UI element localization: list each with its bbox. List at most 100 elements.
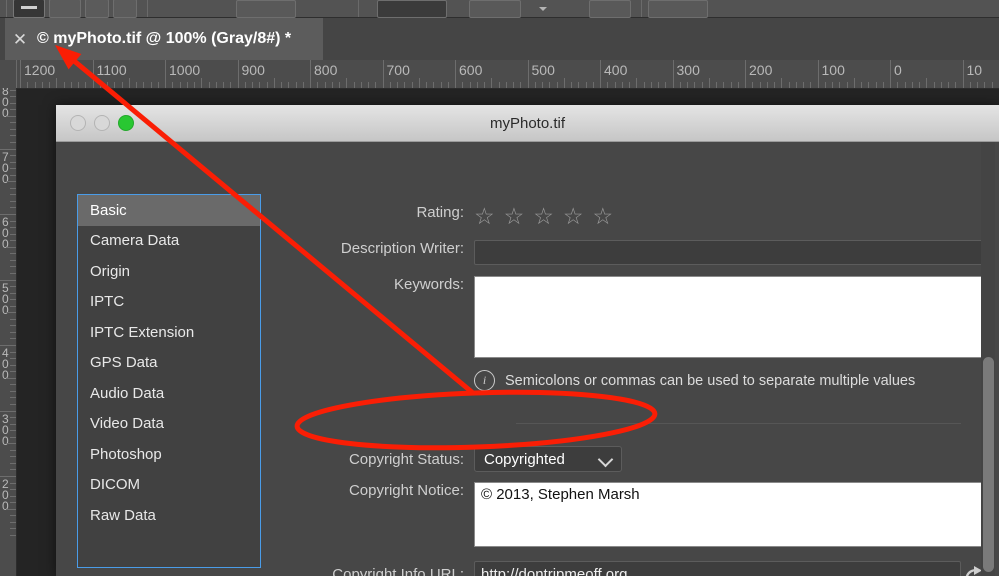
sidebar-item-origin[interactable]: Origin: [78, 256, 260, 287]
ruler-tick: [745, 60, 746, 88]
dialog-titlebar[interactable]: myPhoto.tif: [56, 105, 999, 142]
rating-star-4[interactable]: ☆: [563, 205, 584, 228]
ruler-minor-tick: [926, 78, 927, 88]
copyright-notice-input[interactable]: © 2013, Stephen Marsh: [474, 482, 995, 547]
toolbar-divider: [6, 0, 7, 17]
ruler-minor-tick: [593, 82, 594, 88]
ruler-minor-tick: [10, 240, 16, 241]
ruler-minor-tick: [10, 483, 16, 484]
ruler-minor-tick: [187, 82, 188, 88]
ruler-minor-tick: [419, 78, 420, 88]
ruler-minor-tick: [303, 82, 304, 88]
dialog-scrollbar-thumb[interactable]: [983, 357, 994, 572]
crop-preset-3-button[interactable]: [113, 0, 137, 18]
rating-label: Rating:: [286, 204, 474, 221]
ruler-minor-tick: [658, 82, 659, 88]
ruler-minor-tick: [10, 155, 16, 156]
ruler-minor-tick: [194, 82, 195, 88]
sidebar-item-label: Origin: [90, 263, 130, 280]
ruler-minor-tick: [10, 299, 16, 300]
ruler-minor-tick: [10, 469, 16, 470]
close-icon[interactable]: ✕: [9, 18, 31, 60]
copyright-status-select[interactable]: Copyrighted: [474, 446, 622, 472]
keywords-input[interactable]: [474, 276, 995, 358]
ruler-minor-tick: [216, 82, 217, 88]
sidebar-item-iptc-extension[interactable]: IPTC Extension: [78, 317, 260, 348]
crop-preset-1-button[interactable]: [49, 0, 81, 18]
rating-star-5[interactable]: ☆: [593, 205, 614, 228]
ruler-minor-tick: [10, 502, 16, 503]
ruler-tick: [673, 60, 674, 88]
ruler-minor-tick: [839, 82, 840, 88]
copyright-url-label: Copyright Info URL:: [286, 566, 474, 576]
metadata-section-list[interactable]: BasicCamera Data Origin IPTC IPTC Extension…: [77, 194, 261, 568]
ruler-minor-tick: [607, 82, 608, 88]
ruler-label: 400: [604, 62, 627, 78]
ruler-minor-tick: [10, 397, 16, 398]
ruler-label: 700: [387, 62, 410, 78]
file-info-dialog: myPhoto.tif BasicCamera Data Origin IPTC IP…: [56, 105, 999, 576]
sidebar-item-label: Audio Data: [90, 385, 164, 402]
ruler-minor-tick: [10, 96, 16, 97]
ruler-minor-tick: [723, 82, 724, 88]
ruler-tick: [165, 60, 166, 88]
crop-option-field-b[interactable]: [589, 0, 631, 18]
ruler-minor-tick: [948, 82, 949, 88]
ruler-tick: [238, 60, 239, 88]
ruler-minor-tick: [10, 135, 16, 136]
ruler-minor-tick: [977, 82, 978, 88]
crop-ratio-button[interactable]: [13, 0, 45, 18]
sidebar-item-dicom[interactable]: DICOM: [78, 470, 260, 501]
chevron-down-icon: [598, 452, 614, 468]
ruler-minor-tick: [564, 78, 565, 88]
ruler-minor-tick: [586, 82, 587, 88]
ruler-minor-tick: [10, 338, 16, 339]
chevron-down-icon[interactable]: [539, 7, 547, 11]
description-writer-input[interactable]: [474, 240, 995, 265]
crop-preset-2-button[interactable]: [85, 0, 109, 18]
ruler-minor-tick: [151, 82, 152, 88]
copyright-url-row: Copyright Info URL:: [286, 561, 987, 576]
ruler-minor-tick: [832, 82, 833, 88]
copyright-url-input[interactable]: [474, 561, 961, 576]
ruler-minor-tick: [499, 82, 500, 88]
ruler-minor-tick: [6, 509, 16, 510]
document-tab[interactable]: ✕ © myPhoto.tif @ 100% (Gray/8#) *: [5, 18, 323, 60]
sidebar-item-basic[interactable]: Basic: [78, 195, 260, 226]
ruler-minor-tick: [876, 82, 877, 88]
ruler-tick: [20, 60, 21, 88]
ruler-minor-tick: [6, 116, 16, 117]
ruler-minor-tick: [107, 82, 108, 88]
ruler-minor-tick: [6, 247, 16, 248]
ruler-minor-tick: [644, 82, 645, 88]
rating-stars[interactable]: ☆ ☆ ☆ ☆ ☆: [474, 204, 613, 228]
ruler-minor-tick: [339, 82, 340, 88]
section-divider: [516, 423, 961, 424]
sidebar-item-gps-data[interactable]: GPS Data: [78, 348, 260, 379]
ruler-minor-tick: [702, 82, 703, 88]
ruler-minor-tick: [6, 378, 16, 379]
crop-width-field[interactable]: [236, 0, 296, 18]
ruler-minor-tick: [535, 82, 536, 88]
ruler-minor-tick: [462, 82, 463, 88]
keywords-row: Keywords:: [286, 276, 995, 363]
ruler-minor-tick: [10, 253, 16, 254]
crop-resolution-field[interactable]: [377, 0, 447, 18]
sidebar-item-camera-data[interactable]: Camera Data: [78, 226, 260, 257]
ruler-minor-tick: [934, 82, 935, 88]
sidebar-item-audio-data[interactable]: Audio Data: [78, 378, 260, 409]
sidebar-item-photoshop[interactable]: Photoshop: [78, 439, 260, 470]
sidebar-item-iptc[interactable]: IPTC: [78, 287, 260, 318]
ruler-tick: [818, 60, 819, 88]
rating-star-2[interactable]: ☆: [504, 205, 525, 228]
sidebar-item-raw-data[interactable]: Raw Data: [78, 500, 260, 531]
crop-option-field-a[interactable]: [469, 0, 521, 18]
sidebar-item-label: IPTC Extension: [90, 324, 194, 341]
ruler-minor-tick: [484, 82, 485, 88]
rating-star-1[interactable]: ☆: [474, 205, 495, 228]
rating-star-3[interactable]: ☆: [533, 205, 554, 228]
sidebar-item-video-data[interactable]: Video Data: [78, 409, 260, 440]
keywords-label: Keywords:: [286, 276, 474, 293]
ruler-minor-tick: [10, 260, 16, 261]
crop-option-field-c[interactable]: [648, 0, 708, 18]
